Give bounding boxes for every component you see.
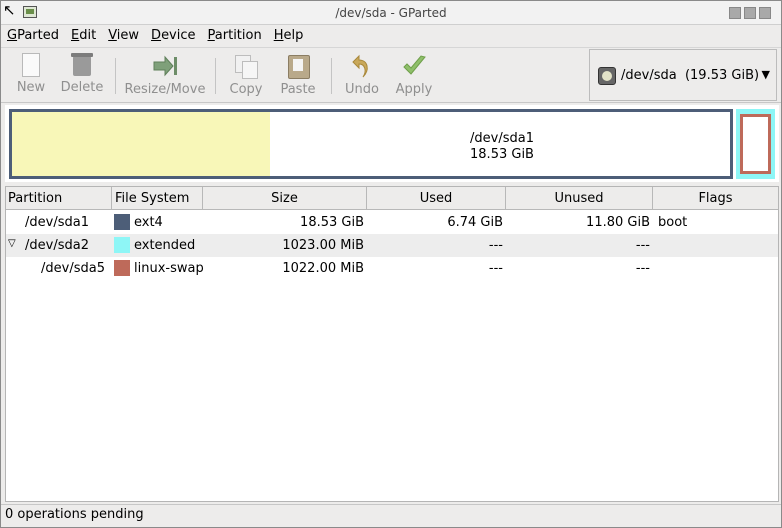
table-row[interactable]: ▽ /dev/sda2 extended 1023.00 MiB --- ---	[6, 234, 778, 257]
device-selector[interactable]: /dev/sda (19.53 GiB) ▼	[589, 49, 777, 101]
cell-size: 18.53 GiB	[300, 215, 364, 230]
trash-icon	[71, 53, 93, 77]
fs-color-swatch	[114, 214, 130, 230]
toolbar-separator	[215, 58, 216, 94]
menu-label: elp	[283, 28, 304, 43]
cell-file-system: linux-swap	[134, 261, 204, 276]
menu-mnemonic: E	[71, 28, 80, 43]
menu-label: iew	[116, 28, 140, 43]
menu-label: artition	[214, 28, 262, 43]
device-size: (19.53 GiB)	[684, 68, 760, 83]
apply-label: Apply	[395, 82, 433, 97]
resize-move-button[interactable]: Resize/Move	[123, 51, 207, 101]
menu-help[interactable]: Help	[268, 25, 310, 47]
expander-triangle-icon[interactable]: ▽	[8, 238, 16, 249]
paste-label: Paste	[280, 82, 316, 97]
device-path: /dev/sda	[621, 68, 677, 83]
table-row[interactable]: /dev/sda5 linux-swap 1022.00 MiB --- ---	[6, 257, 778, 280]
cell-partition: /dev/sda1	[25, 215, 89, 230]
cell-size: 1022.00 MiB	[282, 261, 364, 276]
menu-mnemonic: V	[108, 28, 117, 43]
cell-size: 1023.00 MiB	[282, 238, 364, 253]
menu-label: evice	[161, 28, 196, 43]
copy-label: Copy	[229, 82, 263, 97]
column-unused[interactable]: Unused	[506, 187, 653, 210]
menu-mnemonic: G	[7, 28, 18, 43]
column-used[interactable]: Used	[367, 187, 506, 210]
menu-gparted[interactable]: GParted	[1, 25, 65, 47]
menu-label: Parted	[17, 28, 59, 43]
checkmark-icon	[401, 53, 427, 79]
status-text: 0 operations pending	[5, 507, 144, 522]
menu-edit[interactable]: Edit	[65, 25, 102, 47]
fs-color-swatch	[114, 237, 130, 253]
paste-button[interactable]: Paste	[275, 51, 321, 101]
cell-used: 6.74 GiB	[447, 215, 503, 230]
cell-flags: boot	[658, 215, 688, 230]
menu-partition[interactable]: Partition	[202, 25, 268, 47]
device-label: /dev/sda (19.53 GiB)	[621, 68, 759, 83]
column-flags[interactable]: Flags	[653, 187, 778, 210]
menu-mnemonic: P	[207, 28, 215, 43]
delete-label: Delete	[60, 80, 104, 95]
resize-move-label: Resize/Move	[124, 82, 206, 97]
cell-used: ---	[488, 261, 503, 276]
menu-mnemonic: D	[151, 28, 162, 43]
maximize-button[interactable]	[744, 7, 756, 19]
close-button[interactable]	[759, 7, 771, 19]
map-sda1-used-space	[12, 112, 270, 176]
menu-bar: GParted Edit View Device Partition Help	[1, 25, 781, 47]
resize-arrow-icon	[152, 53, 178, 79]
minimize-button[interactable]	[729, 7, 741, 19]
status-bar: 0 operations pending	[1, 504, 781, 527]
table-header: Partition File System Size Used Unused F…	[6, 187, 778, 210]
map-partition-sda1[interactable]: /dev/sda1 18.53 GiB	[9, 109, 733, 179]
window-title: /dev/sda - GParted	[335, 6, 447, 20]
apply-button[interactable]: Apply	[391, 51, 437, 101]
cell-file-system: extended	[134, 238, 196, 253]
copy-icon	[233, 53, 259, 79]
map-sda1-label: /dev/sda1 18.53 GiB	[274, 131, 730, 163]
toolbar-separator	[115, 58, 116, 94]
cell-partition: /dev/sda5	[41, 261, 105, 276]
table-row[interactable]: /dev/sda1 ext4 18.53 GiB 6.74 GiB 11.80 …	[6, 211, 778, 234]
cell-used: ---	[488, 238, 503, 253]
partition-map: /dev/sda1 18.53 GiB	[5, 105, 779, 182]
harddisk-icon	[598, 67, 616, 85]
title-bar: ↖ /dev/sda - GParted	[1, 1, 781, 25]
new-label: New	[16, 80, 46, 95]
cell-unused: 11.80 GiB	[586, 215, 650, 230]
undo-icon	[349, 53, 375, 79]
undo-label: Undo	[345, 82, 379, 97]
dropdown-arrow-icon: ▼	[761, 68, 770, 81]
map-sda1-size: 18.53 GiB	[470, 147, 534, 162]
map-partition-extended[interactable]	[736, 109, 775, 179]
clipboard-icon	[285, 53, 311, 79]
menu-label: dit	[79, 28, 97, 43]
window-controls	[729, 7, 771, 19]
cell-file-system: ext4	[134, 215, 163, 230]
cell-unused: ---	[635, 238, 650, 253]
gparted-window: ↖ /dev/sda - GParted GParted Edit View D…	[0, 0, 782, 528]
copy-button[interactable]: Copy	[223, 51, 269, 101]
map-sda1-name: /dev/sda1	[470, 131, 534, 146]
new-document-icon	[22, 53, 40, 77]
undo-button[interactable]: Undo	[339, 51, 385, 101]
column-file-system[interactable]: File System	[112, 187, 203, 210]
cell-unused: ---	[635, 261, 650, 276]
map-partition-sda5[interactable]	[740, 114, 771, 174]
fs-color-swatch	[114, 260, 130, 276]
delete-button[interactable]: Delete	[57, 51, 107, 101]
new-button[interactable]: New	[11, 51, 51, 101]
menu-view[interactable]: View	[102, 25, 145, 47]
toolbar-separator	[331, 58, 332, 94]
cell-partition: /dev/sda2	[25, 238, 89, 253]
menu-device[interactable]: Device	[145, 25, 201, 47]
column-size[interactable]: Size	[203, 187, 367, 210]
column-partition[interactable]: Partition	[6, 187, 112, 210]
partition-table: Partition File System Size Used Unused F…	[5, 186, 779, 502]
